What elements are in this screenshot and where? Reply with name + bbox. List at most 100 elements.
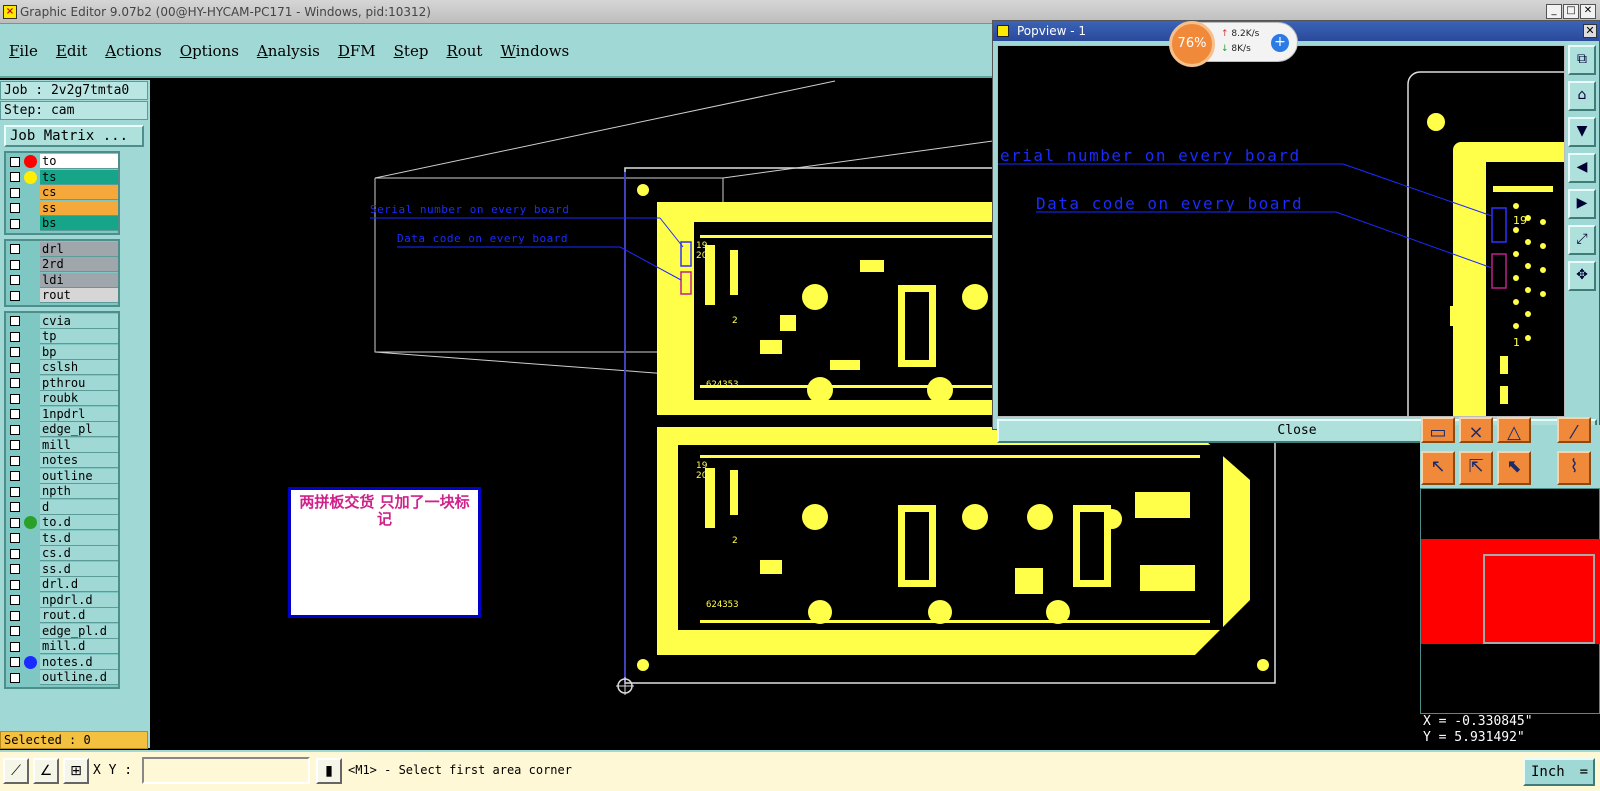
- layer-row[interactable]: bp: [6, 344, 118, 361]
- layer-row[interactable]: mill.d: [6, 639, 118, 655]
- layer-checkbox[interactable]: [10, 471, 20, 482]
- layer-row[interactable]: to.d: [6, 515, 118, 531]
- layer-checkbox[interactable]: [10, 502, 20, 513]
- layer-row[interactable]: cvia: [6, 313, 118, 330]
- layer-row[interactable]: ss.d: [6, 561, 118, 578]
- snap-icon[interactable]: ⟋: [3, 758, 29, 784]
- layer-row[interactable]: rout: [6, 288, 118, 304]
- menu-windows[interactable]: Windows: [491, 42, 578, 60]
- popview-canvas[interactable]: erial number on every board Data code on…: [997, 45, 1565, 417]
- layer-checkbox[interactable]: [10, 409, 20, 420]
- zoom-left-icon[interactable]: ◀: [1568, 153, 1596, 183]
- shape-line-icon[interactable]: ⁄: [1557, 417, 1591, 443]
- layer-name[interactable]: ts: [40, 169, 118, 185]
- layer-name[interactable]: drl.d: [40, 577, 118, 593]
- plus-icon[interactable]: +: [1271, 34, 1289, 52]
- layer-name[interactable]: notes.d: [40, 654, 118, 670]
- layer-checkbox[interactable]: [10, 393, 20, 404]
- layer-row[interactable]: drl.d: [6, 577, 118, 593]
- layer-name[interactable]: to: [40, 154, 118, 170]
- layer-checkbox[interactable]: [10, 440, 20, 451]
- layer-name[interactable]: bs: [40, 216, 118, 232]
- layer-row[interactable]: edge_pl.d: [6, 623, 118, 640]
- layer-checkbox[interactable]: [10, 548, 20, 559]
- layer-checkbox[interactable]: [10, 626, 20, 637]
- layer-checkbox[interactable]: [10, 172, 20, 183]
- layer-name[interactable]: bp: [40, 344, 118, 360]
- layer-row[interactable]: outline.d: [6, 670, 118, 686]
- layer-row[interactable]: tp: [6, 329, 118, 345]
- layer-checkbox[interactable]: [10, 259, 20, 270]
- layer-checkbox[interactable]: [10, 564, 20, 575]
- layer-name[interactable]: edge_pl.d: [40, 623, 118, 639]
- menu-actions[interactable]: Actions: [96, 42, 170, 60]
- zoom-down-icon[interactable]: ▼: [1568, 117, 1596, 147]
- shape-rect-icon[interactable]: ▭: [1421, 417, 1455, 443]
- layer-name[interactable]: mill.d: [40, 639, 118, 655]
- layer-checkbox[interactable]: [10, 424, 20, 435]
- layer-name[interactable]: mill: [40, 437, 118, 453]
- layer-name[interactable]: d: [40, 499, 118, 515]
- layer-checkbox[interactable]: [10, 331, 20, 342]
- layer-name[interactable]: outline: [40, 468, 118, 484]
- layer-row[interactable]: pthrou: [6, 375, 118, 392]
- xy-input[interactable]: [142, 757, 310, 784]
- layer-name[interactable]: ss: [40, 200, 118, 216]
- layer-row[interactable]: ts.d: [6, 530, 118, 547]
- layer-name[interactable]: ldi: [40, 272, 118, 288]
- layer-name[interactable]: edge_pl: [40, 422, 118, 438]
- select-circle-icon[interactable]: ⬉: [1497, 451, 1531, 485]
- layer-row[interactable]: drl: [6, 241, 118, 258]
- layer-row[interactable]: 1npdrl: [6, 406, 118, 423]
- layer-row[interactable]: cs.d: [6, 546, 118, 562]
- layer-checkbox[interactable]: [10, 533, 20, 544]
- layer-checkbox[interactable]: [10, 579, 20, 590]
- layer-row[interactable]: rout.d: [6, 608, 118, 624]
- zoom-center-icon[interactable]: ✥: [1568, 261, 1596, 291]
- layer-checkbox[interactable]: [10, 455, 20, 466]
- layer-name[interactable]: cs: [40, 185, 118, 201]
- layer-row[interactable]: notes.d: [6, 654, 118, 671]
- layer-name[interactable]: ts.d: [40, 530, 118, 546]
- units-select[interactable]: Inch =: [1523, 758, 1595, 786]
- layer-row[interactable]: roubk: [6, 391, 118, 407]
- layer-name[interactable]: notes: [40, 453, 118, 469]
- layer-checkbox[interactable]: [10, 517, 20, 528]
- shape-triangle-icon[interactable]: △: [1497, 417, 1531, 443]
- layer-checkbox[interactable]: [10, 595, 20, 606]
- layer-checkbox[interactable]: [10, 610, 20, 621]
- layer-checkbox[interactable]: [10, 641, 20, 652]
- layer-name[interactable]: tp: [40, 329, 118, 345]
- layer-checkbox[interactable]: [10, 362, 20, 373]
- layer-checkbox[interactable]: [10, 244, 20, 255]
- layer-checkbox[interactable]: [10, 275, 20, 286]
- layer-checkbox[interactable]: [10, 290, 20, 301]
- layer-checkbox[interactable]: [10, 657, 20, 668]
- menu-step[interactable]: Step: [385, 42, 438, 60]
- layer-row[interactable]: npth: [6, 484, 118, 500]
- layer-row[interactable]: notes: [6, 453, 118, 469]
- layer-row[interactable]: to: [6, 154, 118, 170]
- layer-checkbox[interactable]: [10, 347, 20, 358]
- network-monitor[interactable]: 76% ↑ 8.2K/s ↓ 8K/s +: [1169, 21, 1298, 67]
- zoom-right-icon[interactable]: ▶: [1568, 189, 1596, 219]
- zoom-fit-icon[interactable]: ⧉: [1568, 45, 1596, 75]
- menu-options[interactable]: Options: [171, 42, 248, 60]
- layer-row[interactable]: outline: [6, 468, 118, 485]
- grid-icon[interactable]: ⊞: [63, 758, 89, 784]
- job-matrix-button[interactable]: Job Matrix ...: [4, 125, 144, 147]
- layer-checkbox[interactable]: [10, 378, 20, 389]
- layer-name[interactable]: npth: [40, 484, 118, 500]
- layer-name[interactable]: cvia: [40, 313, 118, 329]
- close-window-button[interactable]: ✕: [1580, 4, 1596, 19]
- layer-name[interactable]: drl: [40, 241, 118, 257]
- layer-row[interactable]: npdrl.d: [6, 592, 118, 609]
- layer-row[interactable]: cs: [6, 185, 118, 201]
- layer-name[interactable]: npdrl.d: [40, 592, 118, 608]
- overview-map[interactable]: [1420, 488, 1600, 714]
- layer-row[interactable]: ldi: [6, 272, 118, 289]
- layer-checkbox[interactable]: [10, 672, 20, 683]
- layer-name[interactable]: cslsh: [40, 360, 118, 376]
- layer-name[interactable]: rout: [40, 288, 118, 304]
- angle-icon[interactable]: ∠: [33, 758, 59, 784]
